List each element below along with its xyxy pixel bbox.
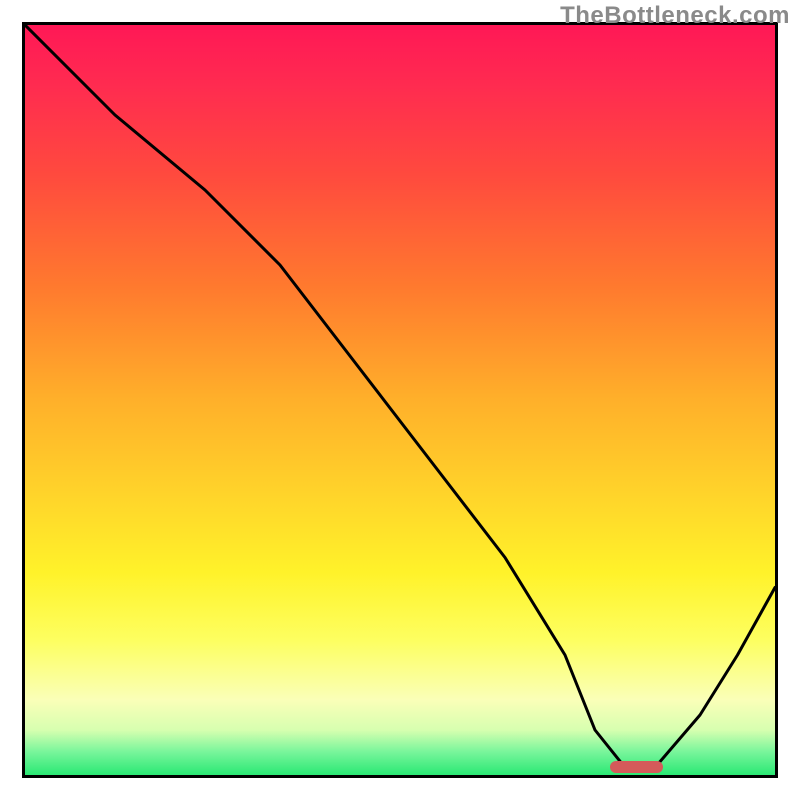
plot-area — [22, 22, 778, 778]
bottleneck-curve-svg — [25, 25, 775, 775]
chart-canvas: TheBottleneck.com — [0, 0, 800, 800]
watermark-text: TheBottleneck.com — [560, 2, 790, 30]
optimal-range-marker — [610, 761, 663, 773]
bottleneck-curve-path — [25, 25, 775, 768]
